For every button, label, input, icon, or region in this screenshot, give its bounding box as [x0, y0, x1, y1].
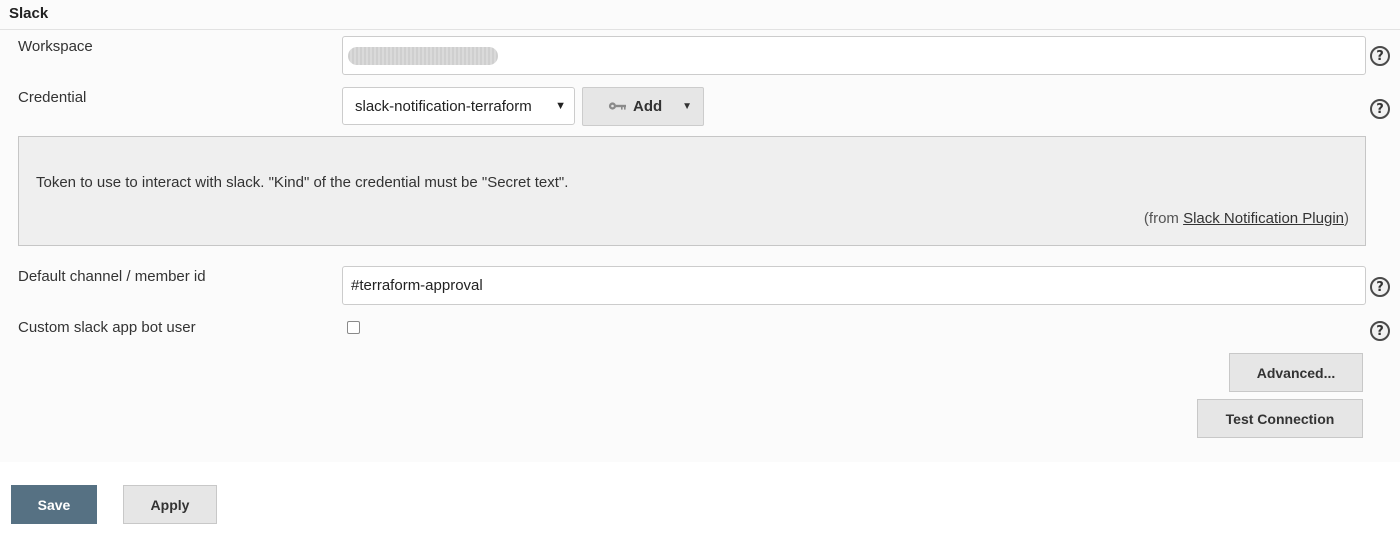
bot-user-label: Custom slack app bot user: [18, 319, 196, 336]
credential-label: Credential: [18, 89, 87, 106]
channel-label: Default channel / member id: [18, 268, 206, 285]
add-credential-button[interactable]: Add ▼: [582, 87, 704, 126]
redacted-workspace-value: [348, 47, 498, 65]
help-text: Token to use to interact with slack. "Ki…: [36, 174, 569, 191]
help-icon[interactable]: ?: [1370, 321, 1390, 341]
workspace-label: Workspace: [18, 38, 93, 55]
apply-button[interactable]: Apply: [123, 485, 217, 524]
add-button-label: Add: [633, 98, 663, 115]
help-icon[interactable]: ?: [1370, 99, 1390, 119]
channel-input[interactable]: [342, 266, 1366, 305]
key-icon: [608, 98, 627, 115]
credential-selected-value: slack-notification-terraform: [355, 97, 532, 115]
section-divider: [0, 29, 1400, 30]
section-title: Slack: [9, 5, 49, 22]
help-source: (from Slack Notification Plugin): [1144, 210, 1349, 227]
dropdown-arrow-icon[interactable]: ▼: [682, 101, 692, 112]
caret-down-icon: ▼: [555, 100, 566, 112]
advanced-button[interactable]: Advanced...: [1229, 353, 1363, 392]
credential-help-box: Token to use to interact with slack. "Ki…: [18, 136, 1366, 246]
credential-select[interactable]: slack-notification-terraform ▼: [342, 87, 575, 125]
plugin-link[interactable]: Slack Notification Plugin: [1183, 210, 1344, 227]
help-icon[interactable]: ?: [1370, 277, 1390, 297]
bot-user-checkbox[interactable]: [347, 321, 360, 334]
save-button[interactable]: Save: [11, 485, 97, 524]
help-icon[interactable]: ?: [1370, 46, 1390, 66]
help-from-suffix: ): [1344, 210, 1349, 227]
help-from-prefix: (from: [1143, 210, 1184, 227]
test-connection-button[interactable]: Test Connection: [1197, 399, 1363, 438]
